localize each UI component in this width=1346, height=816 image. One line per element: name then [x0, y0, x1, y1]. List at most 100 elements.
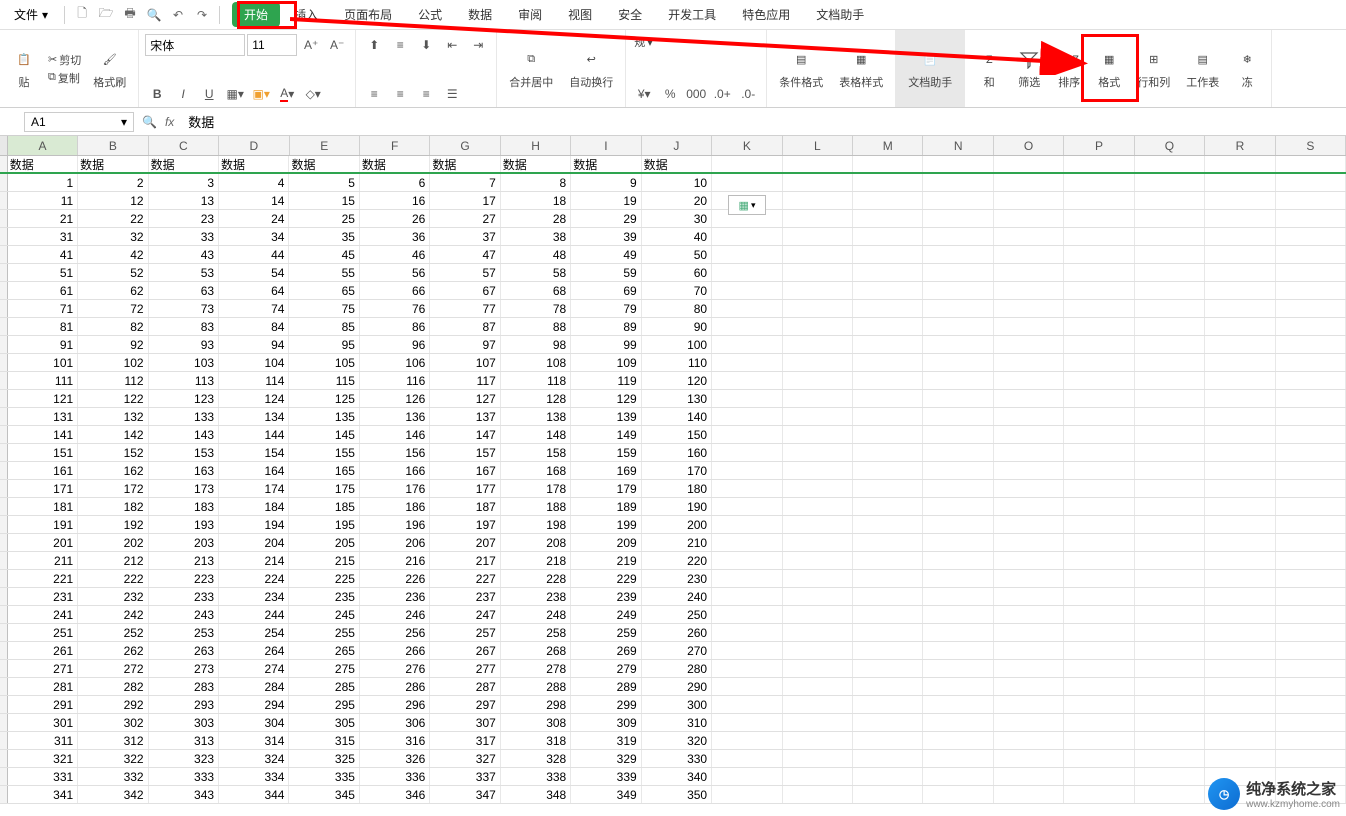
data-cell[interactable]: 87 — [430, 318, 500, 335]
data-cell[interactable] — [783, 192, 853, 209]
data-cell[interactable]: 206 — [360, 534, 430, 551]
data-cell[interactable]: 31 — [8, 228, 78, 245]
data-cell[interactable] — [853, 426, 923, 443]
data-cell[interactable] — [1135, 606, 1205, 623]
data-cell[interactable]: 331 — [8, 768, 78, 785]
data-cell[interactable] — [923, 606, 993, 623]
data-cell[interactable] — [1135, 354, 1205, 371]
data-cell[interactable]: 310 — [642, 714, 712, 731]
data-cell[interactable] — [783, 174, 853, 191]
data-cell[interactable] — [923, 174, 993, 191]
data-cell[interactable] — [1205, 246, 1275, 263]
font-name-input[interactable] — [145, 34, 245, 56]
data-cell[interactable]: 223 — [149, 570, 219, 587]
data-cell[interactable] — [1135, 426, 1205, 443]
data-cell[interactable] — [1276, 534, 1346, 551]
data-cell[interactable] — [1064, 660, 1134, 677]
underline-button[interactable]: U — [197, 83, 221, 105]
data-cell[interactable]: 332 — [78, 768, 148, 785]
data-cell[interactable]: 103 — [149, 354, 219, 371]
align-center-icon[interactable]: ≡ — [388, 83, 412, 105]
data-cell[interactable] — [1064, 516, 1134, 533]
data-cell[interactable] — [994, 750, 1064, 767]
data-cell[interactable]: 270 — [642, 642, 712, 659]
indent-right-icon[interactable]: ⇥ — [466, 34, 490, 56]
data-cell[interactable]: 16 — [360, 192, 430, 209]
tab-特色应用[interactable]: 特色应用 — [730, 2, 802, 27]
data-cell[interactable] — [1064, 624, 1134, 641]
data-cell[interactable] — [994, 408, 1064, 425]
data-cell[interactable]: 290 — [642, 678, 712, 695]
filter-button[interactable]: 筛选 — [1011, 46, 1047, 92]
data-cell[interactable]: 202 — [78, 534, 148, 551]
data-cell[interactable]: 126 — [360, 390, 430, 407]
data-cell[interactable] — [1135, 210, 1205, 227]
data-cell[interactable] — [994, 552, 1064, 569]
data-cell[interactable] — [853, 282, 923, 299]
col-header[interactable]: G — [430, 136, 500, 155]
data-cell[interactable]: 348 — [501, 786, 571, 803]
data-cell[interactable]: 205 — [289, 534, 359, 551]
data-cell[interactable]: 108 — [501, 354, 571, 371]
data-cell[interactable]: 166 — [360, 462, 430, 479]
data-cell[interactable]: 295 — [289, 696, 359, 713]
data-cell[interactable]: 19 — [571, 192, 641, 209]
data-cell[interactable] — [853, 300, 923, 317]
data-cell[interactable] — [712, 408, 782, 425]
data-cell[interactable]: 322 — [78, 750, 148, 767]
data-cell[interactable]: 8 — [501, 174, 571, 191]
increase-font-icon[interactable]: A⁺ — [299, 34, 323, 56]
data-cell[interactable]: 279 — [571, 660, 641, 677]
data-cell[interactable] — [923, 408, 993, 425]
data-cell[interactable]: 72 — [78, 300, 148, 317]
data-cell[interactable]: 296 — [360, 696, 430, 713]
data-cell[interactable] — [1205, 516, 1275, 533]
header-cell[interactable]: 数据 — [360, 156, 430, 172]
data-cell[interactable]: 182 — [78, 498, 148, 515]
data-cell[interactable] — [712, 282, 782, 299]
data-cell[interactable]: 46 — [360, 246, 430, 263]
data-cell[interactable]: 144 — [219, 426, 289, 443]
data-cell[interactable] — [712, 534, 782, 551]
data-cell[interactable] — [853, 372, 923, 389]
data-cell[interactable]: 320 — [642, 732, 712, 749]
data-cell[interactable]: 241 — [8, 606, 78, 623]
data-cell[interactable]: 123 — [149, 390, 219, 407]
data-cell[interactable]: 175 — [289, 480, 359, 497]
data-cell[interactable]: 345 — [289, 786, 359, 803]
data-cell[interactable] — [1205, 372, 1275, 389]
data-cell[interactable] — [923, 444, 993, 461]
header-cell[interactable] — [853, 156, 923, 172]
data-cell[interactable]: 186 — [360, 498, 430, 515]
data-cell[interactable] — [1064, 678, 1134, 695]
data-cell[interactable]: 145 — [289, 426, 359, 443]
data-cell[interactable] — [1135, 282, 1205, 299]
header-cell[interactable] — [1135, 156, 1205, 172]
data-cell[interactable]: 149 — [571, 426, 641, 443]
data-cell[interactable] — [853, 552, 923, 569]
tab-公式[interactable]: 公式 — [406, 2, 454, 27]
data-cell[interactable]: 181 — [8, 498, 78, 515]
data-cell[interactable]: 229 — [571, 570, 641, 587]
data-cell[interactable]: 275 — [289, 660, 359, 677]
data-cell[interactable] — [712, 498, 782, 515]
data-cell[interactable]: 349 — [571, 786, 641, 803]
data-cell[interactable] — [783, 498, 853, 515]
data-cell[interactable] — [923, 228, 993, 245]
data-cell[interactable] — [712, 606, 782, 623]
data-cell[interactable]: 109 — [571, 354, 641, 371]
cond-format-button[interactable]: ▤条件格式 — [773, 46, 829, 92]
data-cell[interactable] — [923, 192, 993, 209]
data-cell[interactable] — [1276, 678, 1346, 695]
data-cell[interactable] — [923, 570, 993, 587]
data-cell[interactable] — [1205, 192, 1275, 209]
data-cell[interactable] — [1276, 264, 1346, 281]
data-cell[interactable] — [1276, 570, 1346, 587]
col-header[interactable]: J — [642, 136, 712, 155]
data-cell[interactable]: 257 — [430, 624, 500, 641]
data-cell[interactable]: 14 — [219, 192, 289, 209]
merge-center-button[interactable]: ⧉合并居中 — [503, 46, 559, 92]
data-cell[interactable] — [994, 660, 1064, 677]
data-cell[interactable] — [712, 750, 782, 767]
data-cell[interactable]: 23 — [149, 210, 219, 227]
